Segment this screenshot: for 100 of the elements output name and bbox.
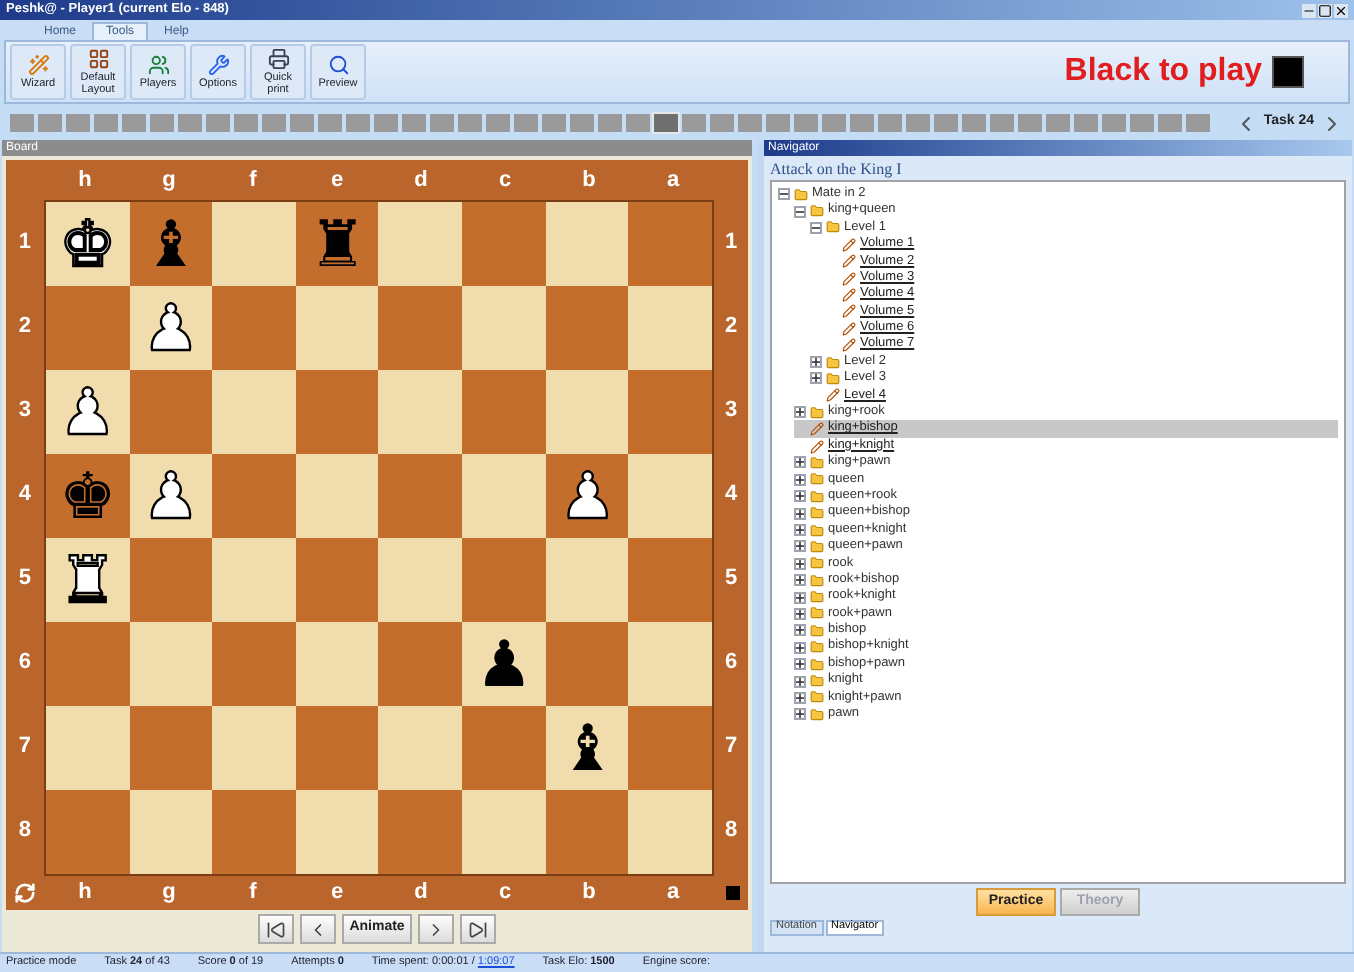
task-square[interactable]	[878, 114, 902, 132]
light-square[interactable]	[295, 286, 380, 370]
task-square[interactable]	[1186, 114, 1210, 132]
light-square[interactable]	[545, 538, 630, 622]
task-square[interactable]	[626, 114, 650, 132]
task-square[interactable]	[570, 114, 594, 132]
dark-square[interactable]	[295, 370, 380, 454]
light-square[interactable]	[295, 454, 380, 538]
task-square[interactable]	[1018, 114, 1042, 132]
task-square[interactable]	[514, 114, 538, 132]
expand-icon[interactable]	[794, 406, 806, 419]
task-square[interactable]	[1102, 114, 1126, 132]
dark-square[interactable]	[295, 706, 380, 790]
expand-icon[interactable]	[810, 356, 822, 369]
task-square[interactable]	[1130, 114, 1154, 132]
expand-icon[interactable]	[794, 658, 806, 671]
expand-icon[interactable]	[794, 691, 806, 704]
light-square[interactable]	[295, 622, 380, 706]
collapse-icon[interactable]	[778, 188, 790, 201]
task-square[interactable]	[934, 114, 958, 132]
task-square[interactable]	[318, 114, 342, 132]
task-square[interactable]	[346, 114, 370, 132]
chess-piece-icon[interactable]: ♝	[558, 716, 617, 780]
task-square[interactable]	[178, 114, 202, 132]
task-square[interactable]	[738, 114, 762, 132]
expand-icon[interactable]	[794, 591, 806, 604]
navigation-button[interactable]	[257, 914, 294, 944]
light-square[interactable]: ♟	[462, 622, 547, 706]
dark-square[interactable]: ♟	[545, 454, 630, 538]
task-square[interactable]	[10, 114, 34, 132]
task-square[interactable]	[990, 114, 1014, 132]
current-task-square[interactable]	[654, 114, 678, 132]
dark-square[interactable]: ♝	[129, 202, 213, 286]
task-square[interactable]	[66, 114, 90, 132]
task-square[interactable]	[374, 114, 398, 132]
task-square[interactable]	[122, 114, 146, 132]
close-icon[interactable]	[1334, 3, 1348, 17]
dark-square[interactable]	[545, 622, 630, 706]
task-square[interactable]	[542, 114, 566, 132]
task-square[interactable]	[794, 114, 818, 132]
light-square[interactable]	[295, 790, 380, 874]
light-square[interactable]: ♝	[545, 706, 630, 790]
chess-piece-icon[interactable]: ♝	[142, 212, 200, 276]
expand-icon[interactable]	[794, 641, 806, 654]
task-square[interactable]	[234, 114, 258, 132]
task-square[interactable]	[402, 114, 426, 132]
task-square[interactable]	[682, 114, 706, 132]
rotate-board-icon[interactable]	[13, 882, 35, 904]
expand-icon[interactable]	[794, 490, 806, 503]
task-square[interactable]	[206, 114, 230, 132]
task-square[interactable]	[262, 114, 286, 132]
dark-square[interactable]: ♜	[295, 202, 380, 286]
expand-icon[interactable]	[794, 675, 806, 688]
expand-icon[interactable]	[794, 456, 806, 469]
task-square[interactable]	[430, 114, 454, 132]
task-square[interactable]	[962, 114, 986, 132]
task-square[interactable]	[710, 114, 734, 132]
chess-piece-icon[interactable]: ♚	[59, 464, 117, 528]
light-square[interactable]	[129, 622, 213, 706]
dark-square[interactable]	[545, 790, 630, 874]
minimize-icon[interactable]	[1302, 3, 1316, 17]
task-square[interactable]	[766, 114, 790, 132]
task-square[interactable]	[486, 114, 510, 132]
light-square[interactable]	[545, 202, 630, 286]
expand-icon[interactable]	[794, 708, 806, 721]
expand-icon[interactable]	[794, 607, 806, 620]
dark-square[interactable]	[295, 538, 380, 622]
task-square[interactable]	[38, 114, 62, 132]
chess-piece-icon[interactable]: ♚	[59, 212, 117, 276]
light-square[interactable]	[129, 790, 213, 874]
navigation-button[interactable]	[460, 914, 497, 944]
expand-icon[interactable]	[794, 557, 806, 570]
light-square[interactable]	[545, 370, 630, 454]
expand-icon[interactable]	[794, 507, 806, 520]
dark-square[interactable]	[129, 706, 213, 790]
dark-square[interactable]	[129, 538, 213, 622]
collapse-icon[interactable]	[794, 205, 806, 218]
task-square[interactable]	[598, 114, 622, 132]
expand-icon[interactable]	[794, 624, 806, 637]
dark-square[interactable]	[129, 370, 213, 454]
chess-piece-icon[interactable]: ♟	[558, 464, 617, 528]
collapse-icon[interactable]	[810, 221, 822, 234]
task-square[interactable]	[1158, 114, 1182, 132]
task-square[interactable]	[150, 114, 174, 132]
task-square[interactable]	[1074, 114, 1098, 132]
restore-icon[interactable]	[1318, 3, 1332, 17]
task-square[interactable]	[94, 114, 118, 132]
chess-piece-icon[interactable]: ♟	[475, 632, 533, 696]
dark-square[interactable]: ♚	[45, 454, 130, 538]
expand-icon[interactable]	[794, 524, 806, 536]
expand-icon[interactable]	[794, 473, 806, 486]
task-square[interactable]	[822, 114, 846, 132]
expand-icon[interactable]	[794, 574, 806, 587]
expand-icon[interactable]	[794, 540, 806, 553]
task-square[interactable]	[906, 114, 930, 132]
task-square[interactable]	[1046, 114, 1070, 132]
task-square[interactable]	[850, 114, 874, 132]
expand-icon[interactable]	[810, 372, 822, 385]
task-square[interactable]	[290, 114, 314, 132]
task-square[interactable]	[458, 114, 482, 132]
